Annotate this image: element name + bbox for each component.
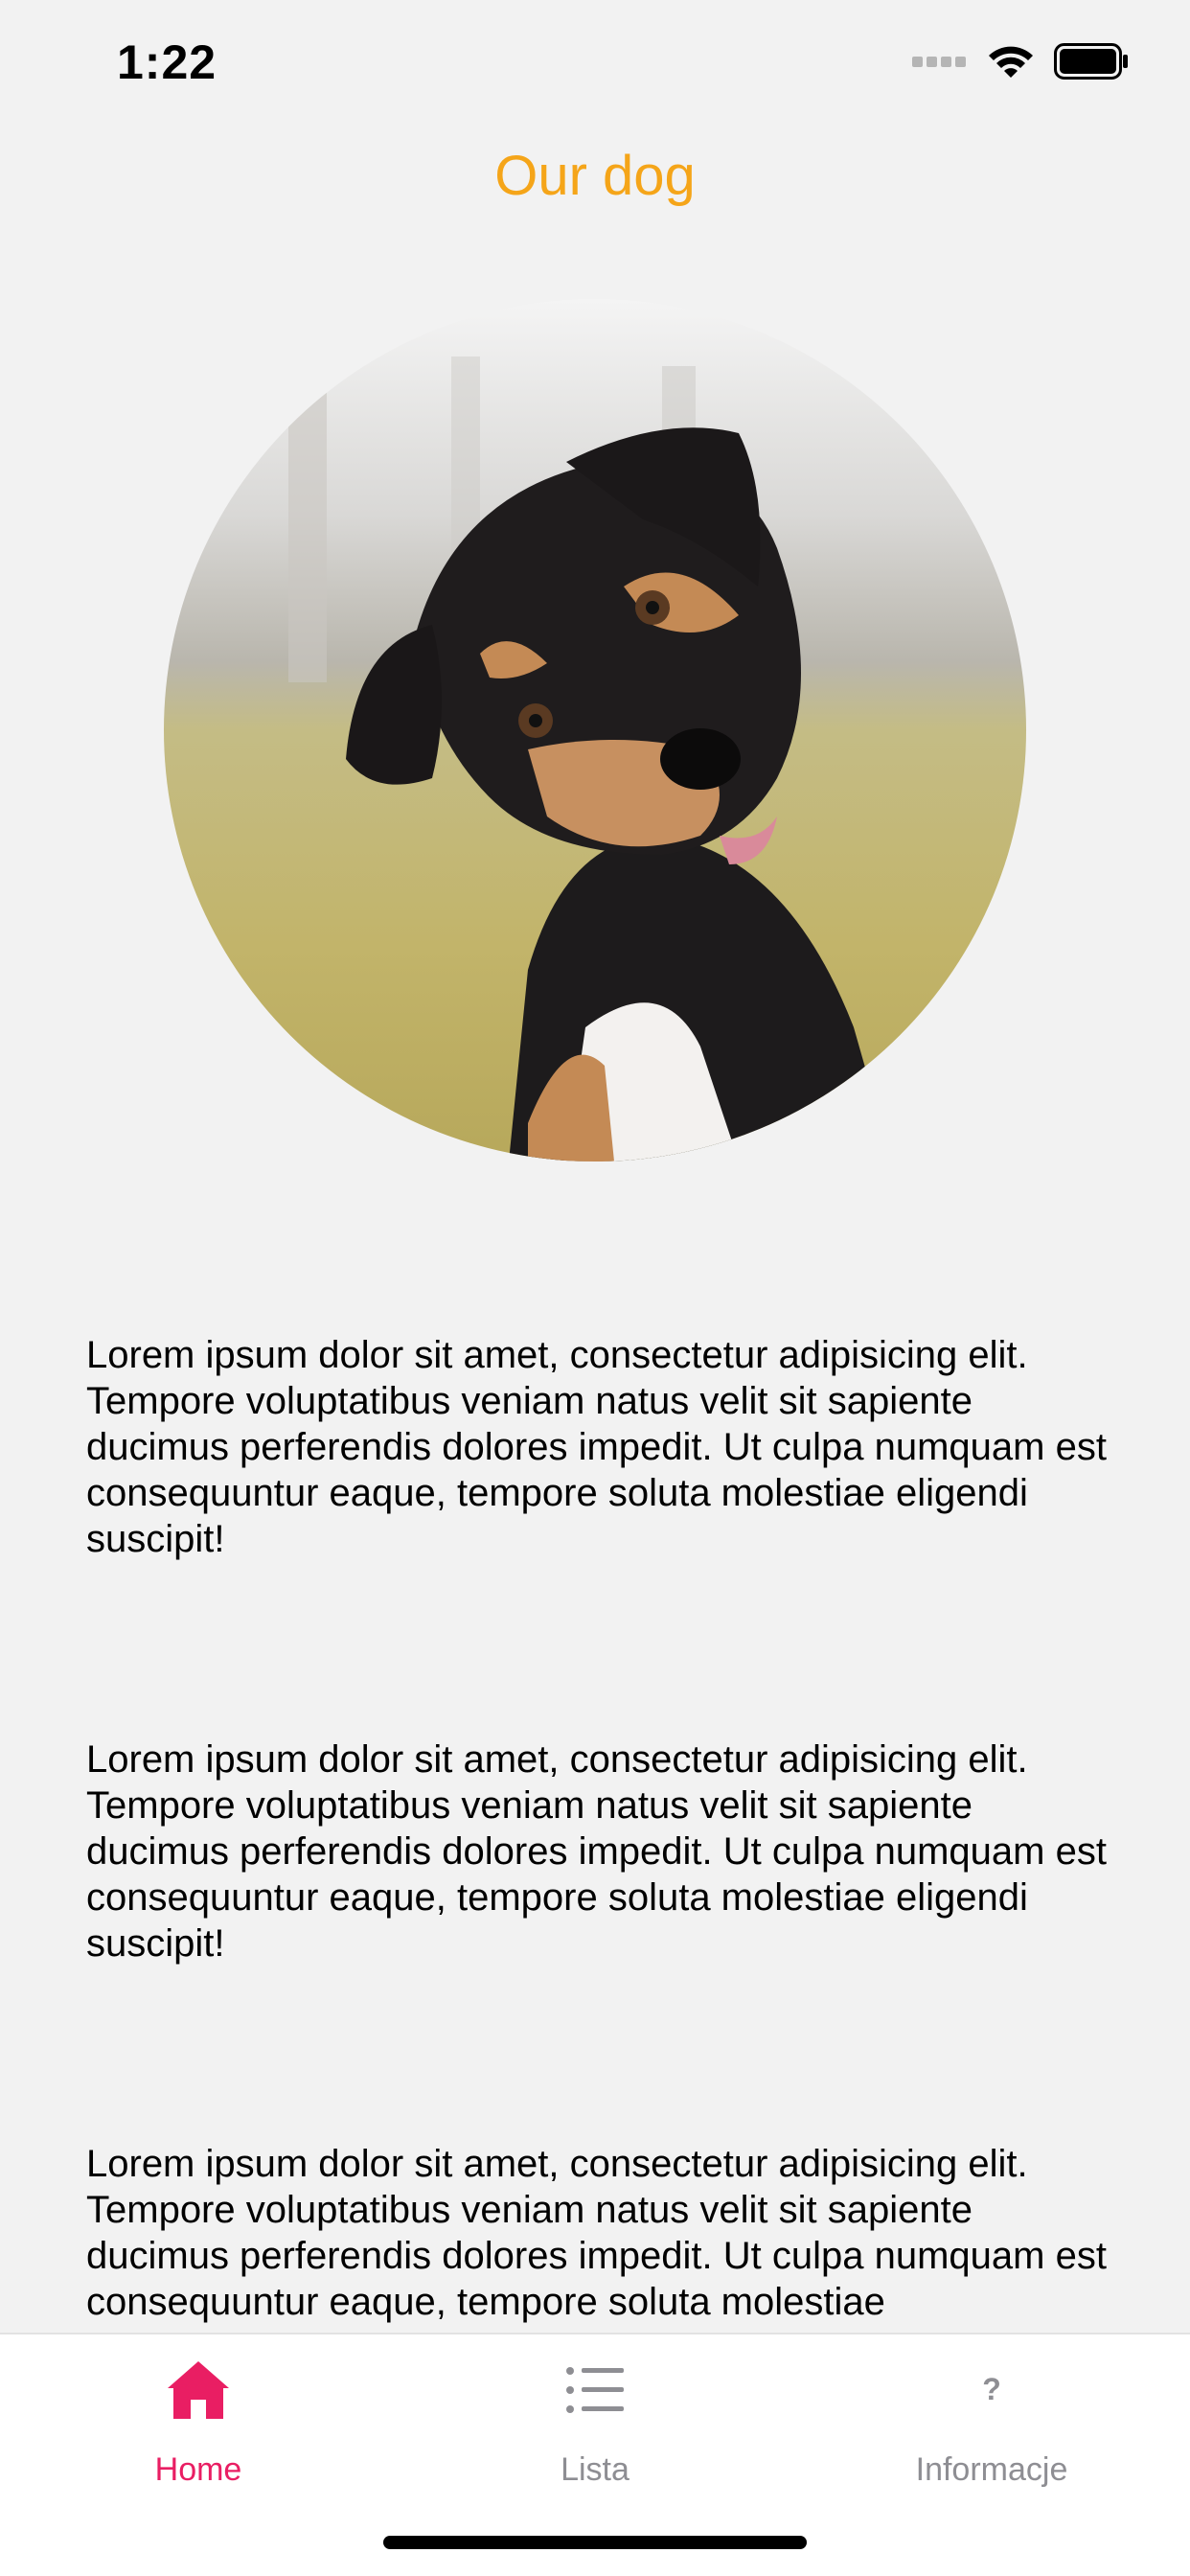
screen: 1:22 Our dog Lorem ipsum dolor sit amet,… bbox=[0, 0, 1190, 2576]
tab-informacje[interactable]: ? Informacje bbox=[793, 2334, 1190, 2517]
content-paragraph-2: Lorem ipsum dolor sit amet, consectetur … bbox=[86, 1738, 1107, 1965]
page-title: Our dog bbox=[494, 145, 696, 207]
tab-home[interactable]: Home bbox=[0, 2334, 397, 2517]
tab-home-label: Home bbox=[154, 2451, 242, 2488]
content-paragraph-3: Lorem ipsum dolor sit amet, consectetur … bbox=[86, 2143, 1107, 2323]
home-indicator bbox=[383, 2536, 807, 2549]
battery-icon bbox=[1054, 43, 1128, 80]
svg-text:?: ? bbox=[982, 2372, 1001, 2406]
wifi-icon bbox=[989, 46, 1033, 78]
list-icon bbox=[566, 2367, 624, 2413]
tab-informacje-label: Informacje bbox=[915, 2451, 1068, 2488]
home-icon bbox=[168, 2361, 229, 2419]
tab-lista-label: Lista bbox=[561, 2451, 629, 2488]
status-bar: 1:22 bbox=[0, 0, 1190, 128]
status-time: 1:22 bbox=[117, 35, 217, 89]
signal-icon bbox=[912, 57, 966, 67]
content-paragraph-1: Lorem ipsum dolor sit amet, consectetur … bbox=[86, 1334, 1107, 1560]
dog-photo bbox=[164, 299, 1026, 1162]
question-icon: ? bbox=[982, 2372, 1001, 2406]
tab-lista[interactable]: Lista bbox=[397, 2334, 793, 2517]
status-icons bbox=[912, 42, 1129, 80]
